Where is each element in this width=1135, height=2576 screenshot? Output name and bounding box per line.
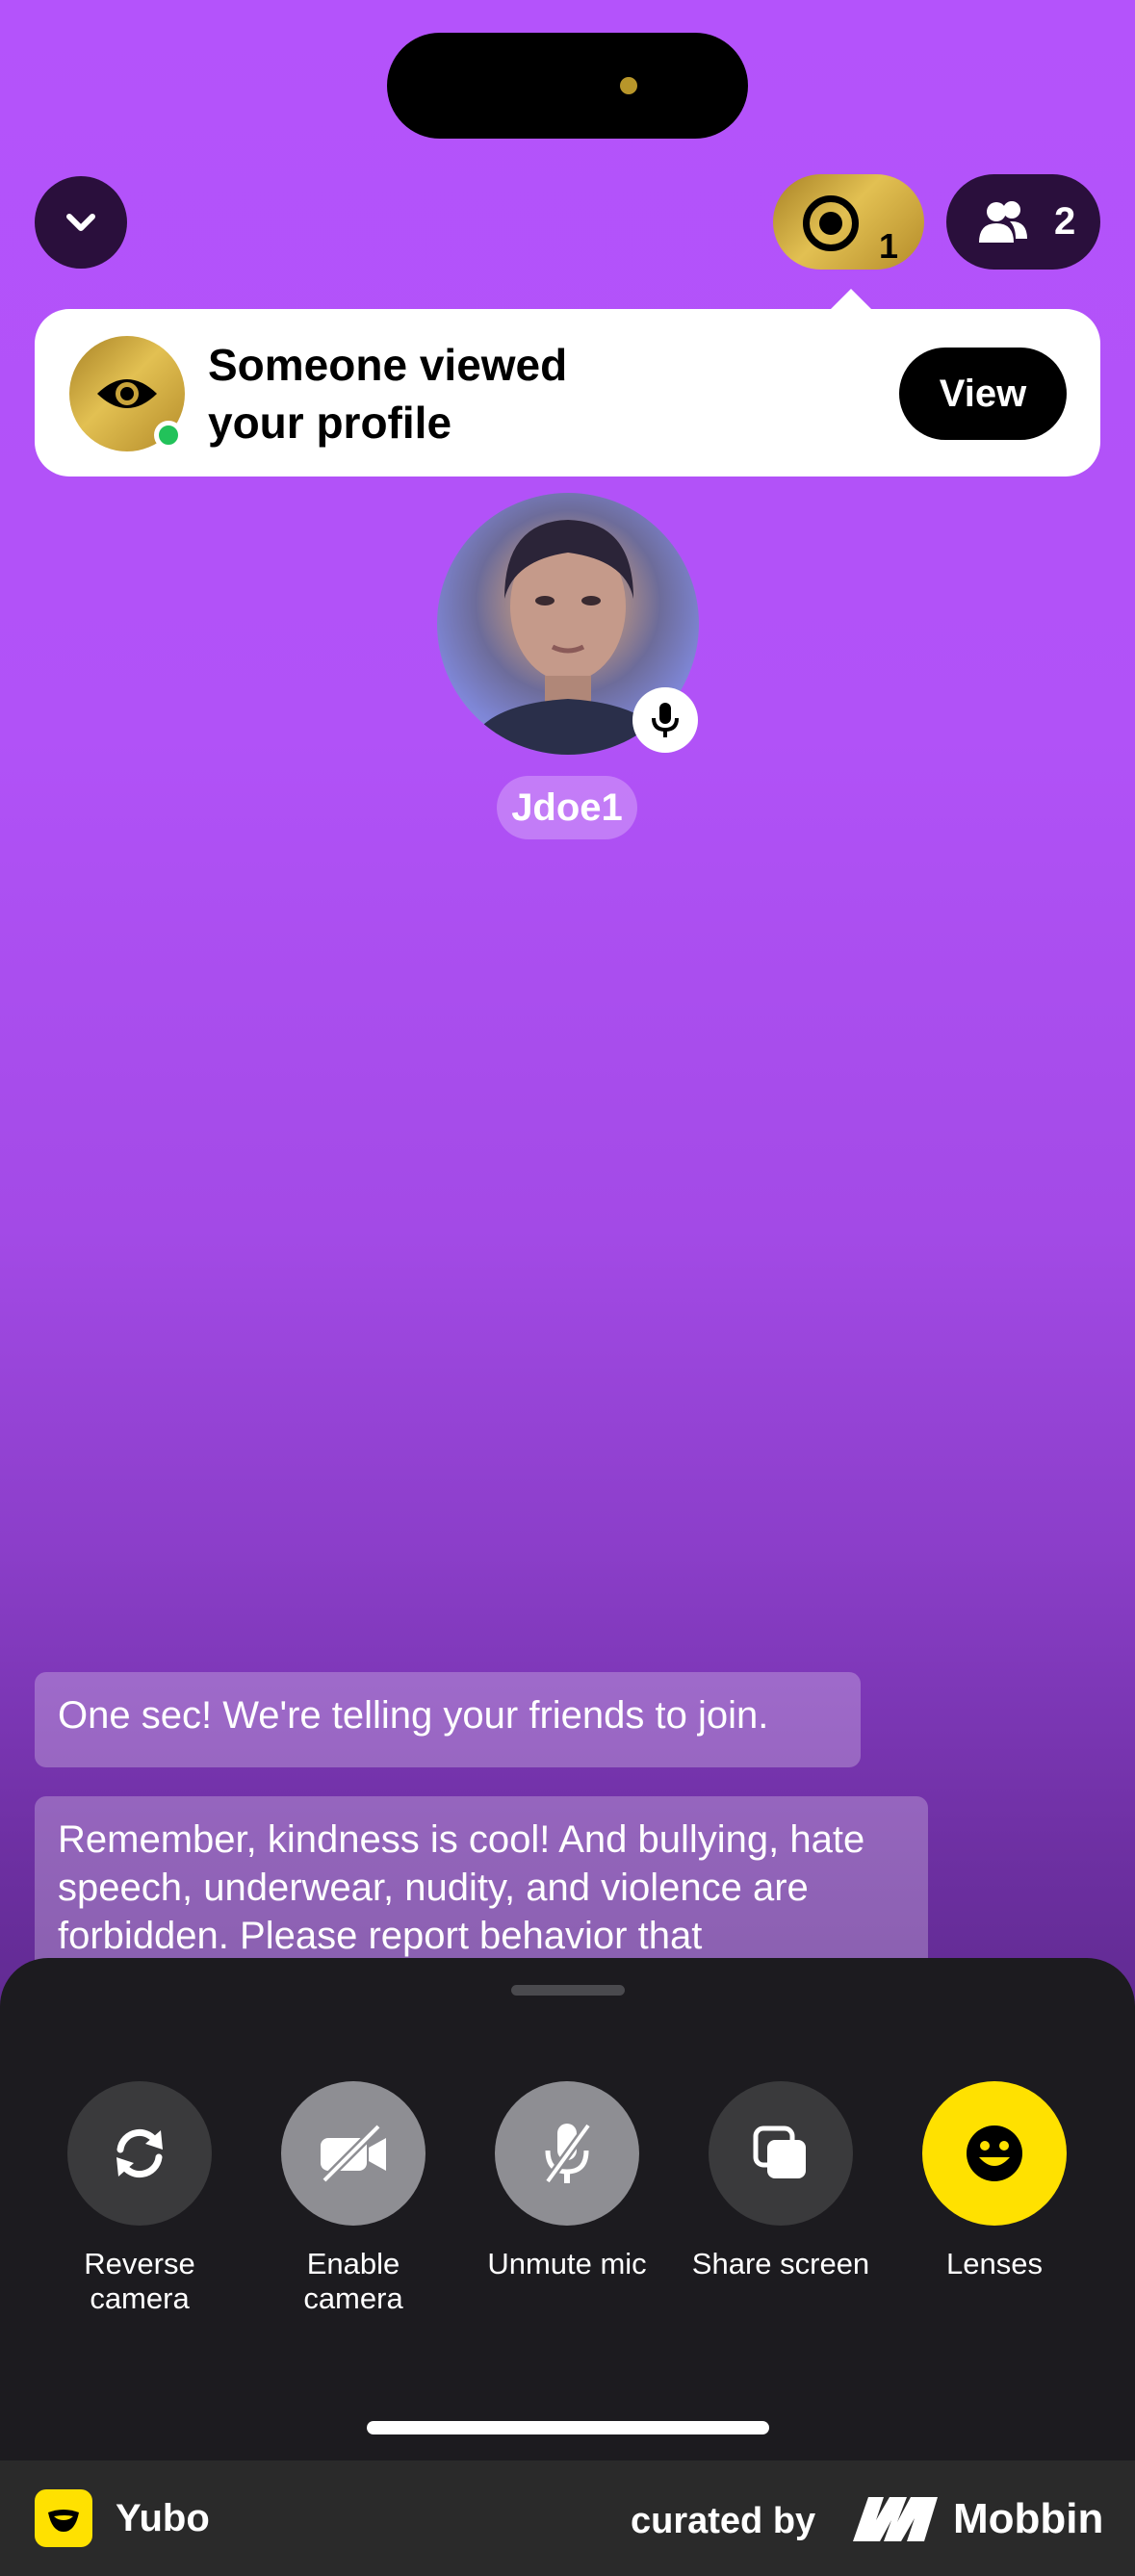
share-screen-label: Share screen xyxy=(691,2247,870,2280)
participants-count: 2 xyxy=(1054,200,1076,243)
controls-sheet: Reverse camera Enable camera Unmute mic … xyxy=(0,1958,1135,2460)
share-screen-button[interactable] xyxy=(709,2081,853,2226)
lenses-button[interactable] xyxy=(922,2081,1067,2226)
dynamic-island xyxy=(387,33,748,139)
unmute-mic-label: Unmute mic xyxy=(487,2247,647,2280)
smiley-icon xyxy=(967,2125,1022,2181)
brand-name: Mobbin xyxy=(953,2495,1104,2542)
share-screen-control[interactable]: Share screen xyxy=(675,2081,887,2281)
system-message: One sec! We're telling your friends to j… xyxy=(35,1672,861,1767)
toast-title: Someone viewed your profile xyxy=(208,340,568,448)
toast-pointer xyxy=(830,289,872,310)
reverse-camera-button[interactable] xyxy=(67,2081,212,2226)
app-name: Yubo xyxy=(116,2497,210,2539)
unmute-mic-control[interactable]: Unmute mic xyxy=(461,2081,673,2281)
lenses-control[interactable]: Lenses xyxy=(889,2081,1100,2281)
reverse-camera-label: Reverse camera xyxy=(84,2247,195,2315)
home-indicator[interactable] xyxy=(367,2421,769,2434)
attribution-footer: Yubo curated by Mobbin xyxy=(0,2460,1135,2576)
share-screen-icon xyxy=(753,2125,806,2178)
mic-off-icon xyxy=(544,2123,592,2184)
camera-off-icon xyxy=(321,2123,386,2184)
collapse-button[interactable] xyxy=(35,176,127,269)
people-icon xyxy=(979,200,1027,243)
mobbin-logo-icon xyxy=(853,2497,938,2541)
live-room-screen: 1 2 Someone viewed your profile View Jdo… xyxy=(0,0,1135,2460)
yubo-logo-icon xyxy=(35,2489,92,2547)
unmute-mic-button[interactable] xyxy=(495,2081,639,2226)
curated-by-text: curated by xyxy=(631,2501,816,2541)
enable-camera-control[interactable]: Enable camera xyxy=(247,2081,459,2316)
enable-camera-label: Enable camera xyxy=(303,2247,403,2315)
host-mic-badge xyxy=(632,687,698,753)
participants-button[interactable]: 2 xyxy=(946,174,1100,270)
profile-viewers-button[interactable]: 1 xyxy=(773,174,924,270)
mic-icon xyxy=(652,703,679,737)
lenses-label: Lenses xyxy=(946,2247,1043,2280)
host-username[interactable]: Jdoe1 xyxy=(497,776,637,839)
chevron-down-icon xyxy=(66,214,95,231)
view-button[interactable]: View xyxy=(899,348,1067,440)
reverse-camera-control[interactable]: Reverse camera xyxy=(34,2081,245,2316)
viewers-count: 1 xyxy=(879,226,899,266)
eye-icon xyxy=(97,379,157,408)
enable-camera-button[interactable] xyxy=(281,2081,426,2226)
online-indicator xyxy=(154,421,183,450)
target-icon xyxy=(803,195,859,251)
profile-view-notification[interactable]: Someone viewed your profile View xyxy=(35,309,1100,477)
rotate-camera-icon xyxy=(116,2128,163,2178)
camera-indicator-dot xyxy=(620,77,637,94)
sheet-handle[interactable] xyxy=(511,1985,625,1996)
